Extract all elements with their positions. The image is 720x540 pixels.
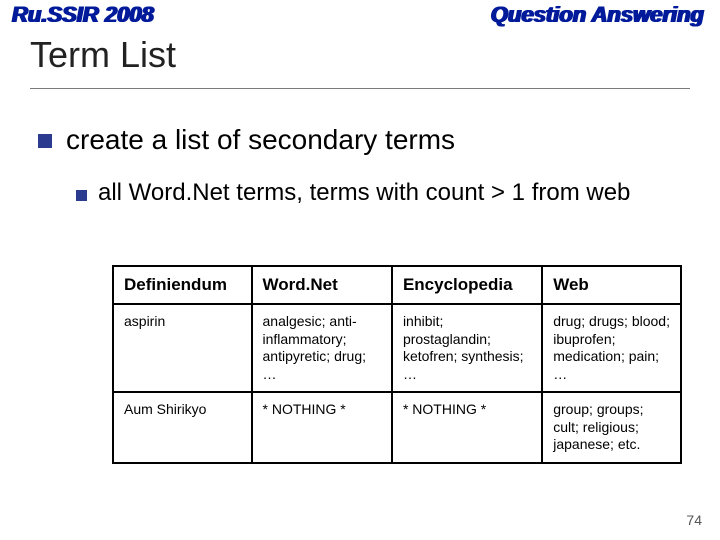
table-cell: drug; drugs; blood; ibuprofen; medicatio… — [542, 304, 681, 392]
header-conference: Ru.SSIR 2008 — [12, 2, 154, 28]
table-header-row: Definiendum Word.Net Encyclopedia Web — [113, 266, 681, 304]
table-header: Word.Net — [252, 266, 392, 304]
table-cell: group; groups; cult; religious; japanese… — [542, 392, 681, 463]
title-divider — [30, 88, 690, 90]
table-cell: analgesic; anti-inflammatory; antipyreti… — [252, 304, 392, 392]
bullet-level2-text: all Word.Net terms, terms with count > 1… — [98, 178, 658, 208]
page-number: 74 — [686, 512, 702, 528]
bullet-square-icon — [38, 134, 52, 148]
table-header: Definiendum — [113, 266, 252, 304]
table-row: aspirin analgesic; anti-inflammatory; an… — [113, 304, 681, 392]
table-row: Aum Shirikyo * NOTHING * * NOTHING * gro… — [113, 392, 681, 463]
table-cell: aspirin — [113, 304, 252, 392]
header-topic: Question Answering — [491, 2, 704, 28]
table-header: Web — [542, 266, 681, 304]
table-cell: * NOTHING * — [252, 392, 392, 463]
terms-table: Definiendum Word.Net Encyclopedia Web as… — [112, 265, 682, 464]
table-cell: * NOTHING * — [392, 392, 542, 463]
bullet-level1-text: create a list of secondary terms — [66, 124, 455, 156]
slide-title: Term List — [30, 34, 176, 76]
table-header: Encyclopedia — [392, 266, 542, 304]
table-cell: Aum Shirikyo — [113, 392, 252, 463]
bullet-square-icon — [76, 190, 87, 201]
table-cell: inhibit; prostaglandin; ketofren; synthe… — [392, 304, 542, 392]
